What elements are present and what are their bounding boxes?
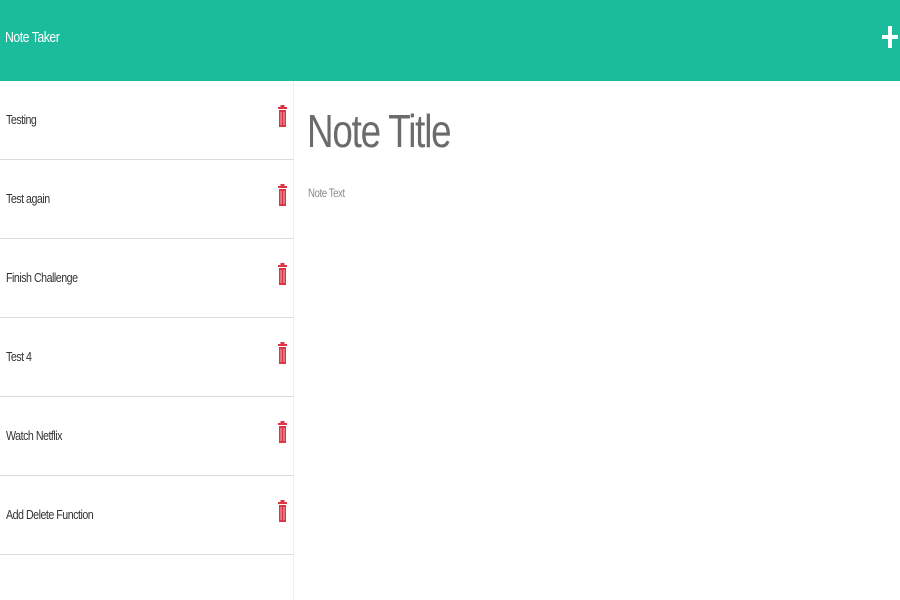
navbar: Note Taker	[0, 0, 900, 81]
trash-icon	[278, 421, 287, 443]
delete-note-button[interactable]	[278, 184, 287, 206]
note-item-title: Testing	[6, 112, 37, 127]
note-item-title: Test again	[6, 191, 50, 206]
note-item-title: Test 4	[6, 349, 32, 364]
note-list-item[interactable]: Add Delete Function	[0, 476, 293, 555]
delete-note-button[interactable]	[278, 421, 287, 443]
trash-icon	[278, 105, 287, 127]
plus-icon	[880, 22, 900, 52]
note-item-title: Add Delete Function	[6, 507, 94, 522]
delete-note-button[interactable]	[278, 500, 287, 522]
note-list-item[interactable]: Testing	[0, 81, 293, 160]
delete-note-button[interactable]	[278, 263, 287, 285]
note-list: Testing Test again Finish Challenge Test…	[0, 81, 293, 555]
note-list-item[interactable]: Test again	[0, 160, 293, 239]
notes-sidebar: Testing Test again Finish Challenge Test…	[0, 81, 294, 600]
trash-icon	[278, 500, 287, 522]
note-list-item[interactable]: Test 4	[0, 318, 293, 397]
trash-icon	[278, 184, 287, 206]
new-note-button[interactable]	[880, 22, 900, 52]
delete-note-button[interactable]	[278, 105, 287, 127]
trash-icon	[278, 263, 287, 285]
note-text-area[interactable]: Note Text	[308, 186, 345, 200]
delete-note-button[interactable]	[278, 342, 287, 364]
note-item-title: Finish Challenge	[6, 270, 78, 285]
brand-link[interactable]: Note Taker	[5, 29, 60, 46]
note-list-item[interactable]: Finish Challenge	[0, 239, 293, 318]
note-title-input[interactable]: Note Title	[307, 108, 452, 154]
note-editor: Note Title Note Text	[295, 81, 900, 600]
trash-icon	[278, 342, 287, 364]
note-item-title: Watch Netflix	[6, 428, 63, 443]
note-list-item[interactable]: Watch Netflix	[0, 397, 293, 476]
